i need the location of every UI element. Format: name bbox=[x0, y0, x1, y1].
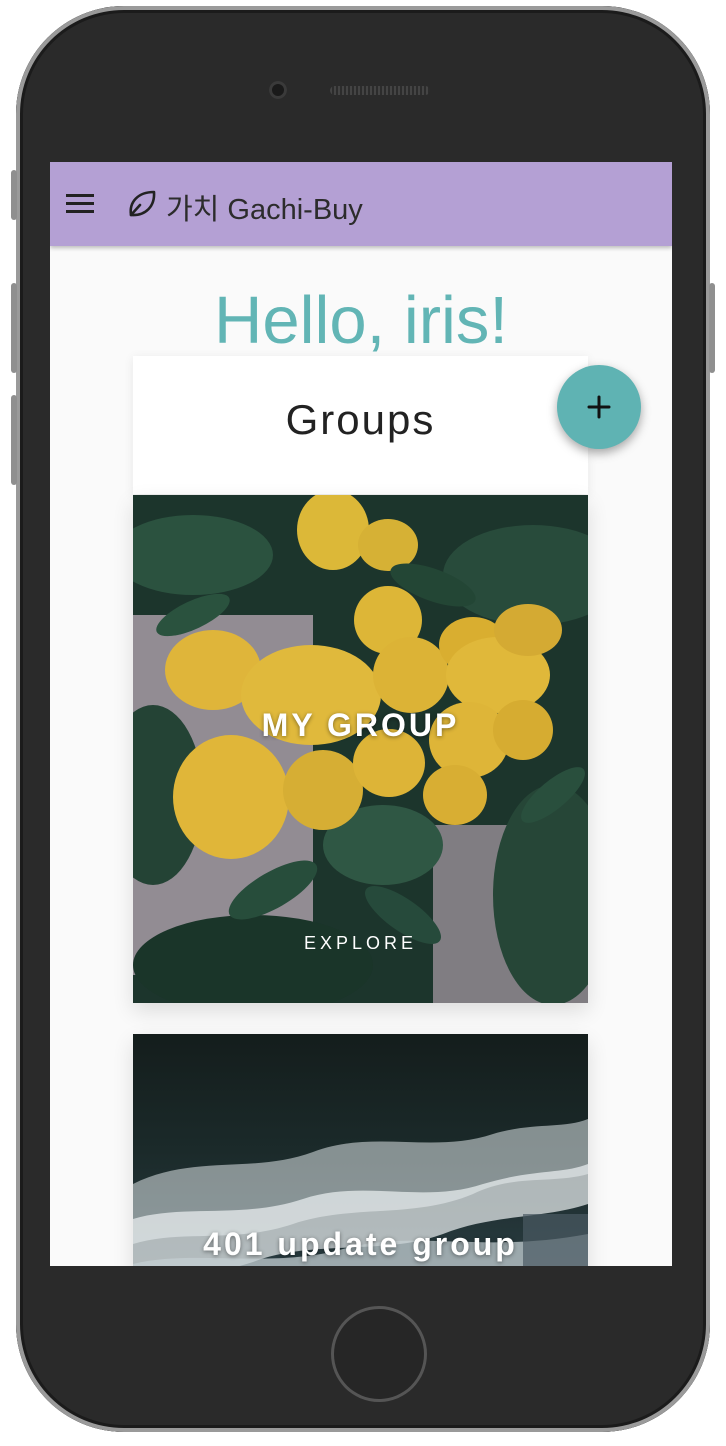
earpiece-speaker bbox=[330, 86, 430, 95]
volume-down-button bbox=[11, 395, 17, 485]
front-camera bbox=[269, 81, 287, 99]
lemon-tree-photo bbox=[133, 495, 588, 1003]
app-screen: 가치 Gachi-Buy Hello, iris! Groups MY GROU… bbox=[50, 162, 672, 1266]
leaf-icon bbox=[129, 190, 156, 217]
menu-icon[interactable] bbox=[66, 194, 94, 214]
plus-icon bbox=[587, 395, 611, 419]
group-card-title: MY GROUP bbox=[261, 707, 460, 743]
groups-title: Groups bbox=[285, 396, 436, 443]
app-title[interactable]: 가치 Gachi-Buy bbox=[166, 186, 363, 228]
mute-switch bbox=[11, 170, 17, 220]
app-bar: 가치 Gachi-Buy bbox=[50, 162, 672, 246]
add-group-button[interactable] bbox=[557, 365, 641, 449]
groups-header-card: Groups bbox=[133, 356, 588, 494]
group-card-401-update-group[interactable]: 401 update group bbox=[133, 1034, 588, 1266]
power-button bbox=[709, 283, 715, 373]
volume-up-button bbox=[11, 283, 17, 373]
explore-button[interactable]: EXPLORE bbox=[133, 933, 588, 954]
group-card-title: 401 update group bbox=[203, 1226, 518, 1262]
greeting-heading: Hello, iris! bbox=[213, 283, 509, 358]
home-button[interactable] bbox=[331, 1306, 427, 1402]
group-card-my-group[interactable]: MY GROUP EXPLORE bbox=[133, 495, 588, 1003]
